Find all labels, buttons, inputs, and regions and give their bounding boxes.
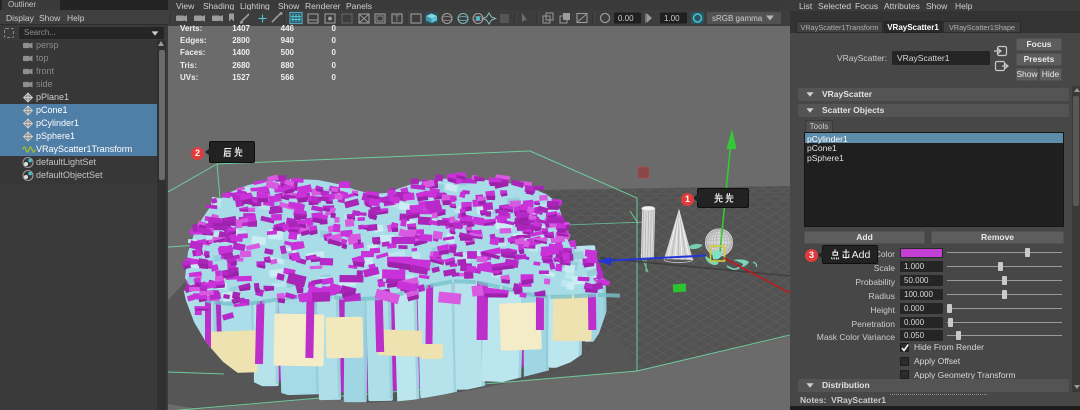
svg-text:T: T [395,15,400,24]
svg-text:sRGB gamma: sRGB gamma [712,14,763,23]
svg-text:0.00: 0.00 [618,14,634,23]
svg-text:1.00: 1.00 [664,14,680,23]
